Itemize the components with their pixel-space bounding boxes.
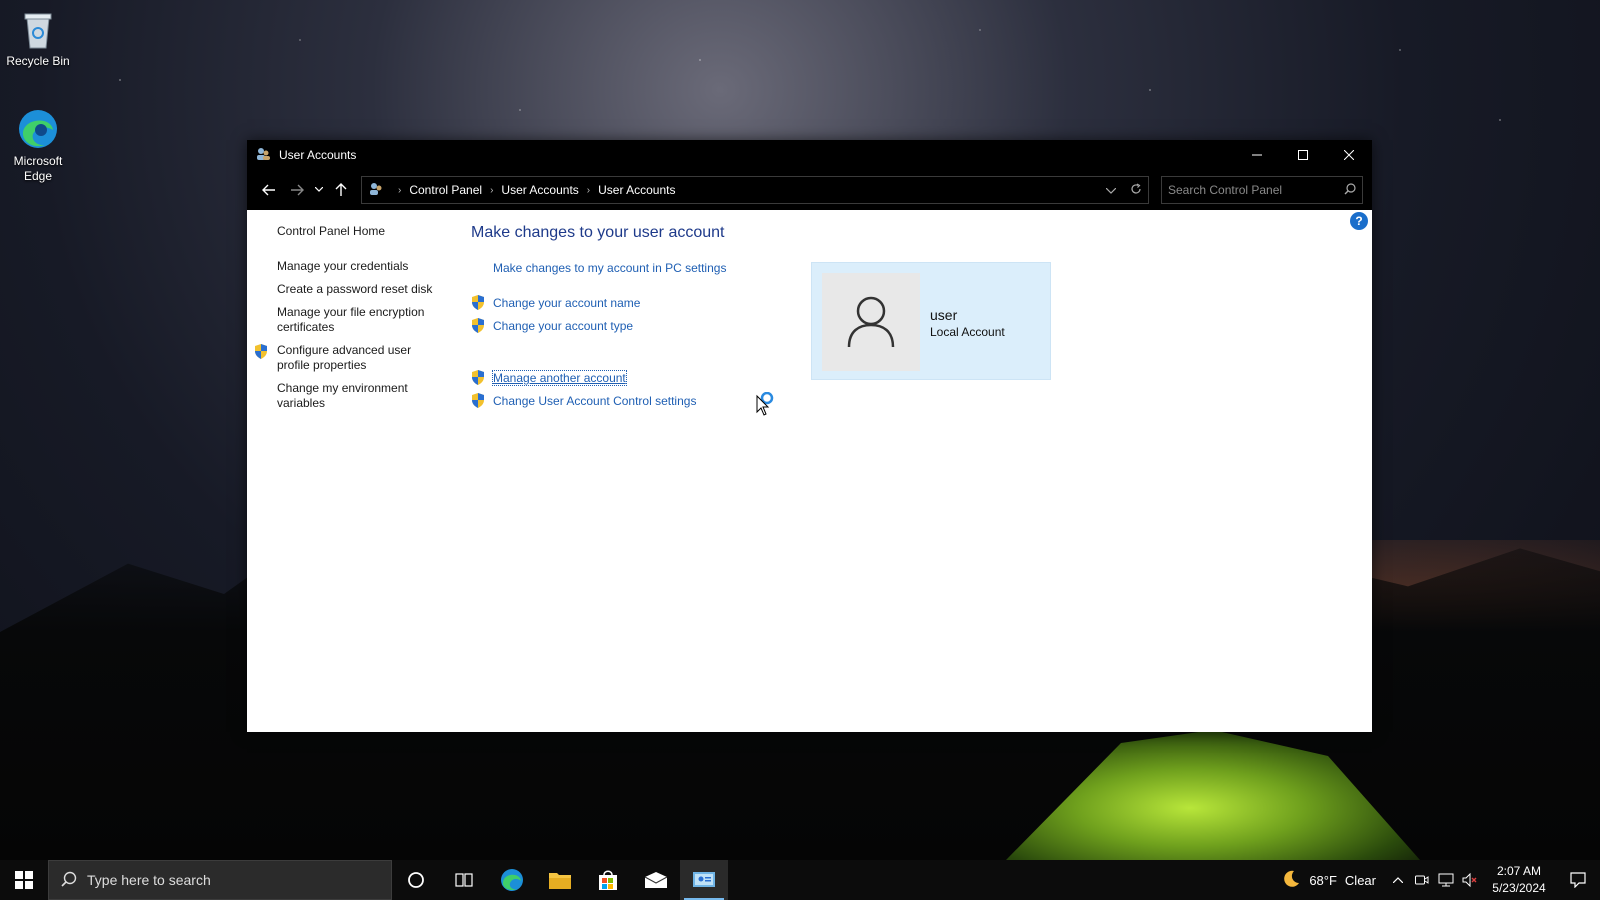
close-button[interactable] — [1326, 140, 1372, 170]
search-input[interactable] — [1168, 183, 1344, 197]
taskbar-store-button[interactable] — [584, 860, 632, 900]
clock-date: 5/23/2024 — [1492, 881, 1546, 895]
control-panel-icon — [368, 181, 384, 200]
pc-settings-label: Make changes to my account in PC setting… — [493, 261, 727, 275]
desktop-icon-recycle-bin[interactable]: Recycle Bin — [2, 8, 74, 69]
uac-shield-icon — [471, 318, 485, 337]
edge-icon — [501, 869, 523, 891]
maximize-button[interactable] — [1280, 140, 1326, 170]
control-panel-icon — [693, 872, 715, 887]
address-dropdown-chevron-icon[interactable] — [1105, 183, 1117, 197]
forward-button[interactable] — [283, 176, 311, 204]
meet-now-icon[interactable] — [1410, 860, 1434, 900]
main-pane: Make changes to your user account Make c… — [471, 224, 811, 416]
taskbar-file-explorer-button[interactable] — [536, 860, 584, 900]
manage-credentials-link[interactable]: Manage your credentials — [247, 259, 447, 274]
minimize-button[interactable] — [1234, 140, 1280, 170]
change-account-name-label: Change your account name — [493, 296, 641, 310]
network-icon[interactable] — [1434, 860, 1458, 900]
search-control-panel-box[interactable] — [1161, 176, 1363, 204]
environment-variables-link[interactable]: Change my environment variables — [247, 381, 427, 411]
user-account-card: user Local Account — [811, 262, 1051, 380]
volume-muted-icon[interactable] — [1458, 860, 1482, 900]
taskbar: Type here to search 68°F Clear 2:07 AM 5… — [0, 860, 1600, 900]
start-button[interactable] — [0, 860, 48, 900]
password-reset-disk-link[interactable]: Create a password reset disk — [247, 282, 447, 297]
taskbar-search-box[interactable]: Type here to search — [48, 860, 392, 900]
breadcrumb-user-accounts-current[interactable]: User Accounts — [598, 183, 675, 197]
task-view-button[interactable] — [440, 860, 488, 900]
change-account-type-label: Change your account type — [493, 319, 634, 333]
uac-shield-icon — [254, 344, 268, 363]
taskbar-search-placeholder: Type here to search — [87, 872, 211, 888]
refresh-icon[interactable] — [1130, 182, 1142, 198]
clock-time: 2:07 AM — [1496, 864, 1542, 878]
page-title: Make changes to your user account — [471, 224, 725, 241]
uac-shield-icon — [471, 370, 485, 389]
up-button[interactable] — [327, 176, 355, 204]
content-area: ? Control Panel Home Manage your credent… — [247, 210, 1372, 732]
folder-icon — [549, 873, 571, 889]
user-accounts-window: User Accounts › Control Panel › User Acc… — [247, 140, 1372, 732]
change-account-type-link[interactable]: Change your account type — [471, 318, 811, 334]
action-center-button[interactable] — [1556, 860, 1600, 900]
control-panel-home-link[interactable]: Control Panel Home — [247, 224, 447, 239]
desktop-icon-edge[interactable]: Microsoft Edge — [2, 108, 74, 184]
weather-temp: 68°F — [1309, 872, 1337, 888]
left-navigation: Control Panel Home Manage your credentia… — [247, 224, 447, 411]
title-bar[interactable]: User Accounts — [247, 140, 1372, 170]
breadcrumb-separator: › — [586, 184, 591, 196]
back-button[interactable] — [255, 176, 283, 204]
advanced-profile-properties-label: Configure advanced user profile properti… — [277, 343, 412, 372]
taskbar-edge-button[interactable] — [488, 860, 536, 900]
store-icon — [599, 870, 617, 890]
breadcrumb-user-accounts[interactable]: User Accounts — [501, 183, 578, 197]
account-type: Local Account — [930, 325, 1005, 339]
system-tray: 68°F Clear 2:07 AM 5/23/2024 — [1281, 860, 1600, 900]
uac-shield-icon — [471, 393, 485, 412]
show-hidden-icons-chevron-icon[interactable] — [1386, 860, 1410, 900]
file-encryption-certificates-link[interactable]: Manage your file encryption certificates — [247, 305, 427, 335]
recent-locations-chevron-icon[interactable] — [311, 176, 327, 204]
pc-settings-link[interactable]: Make changes to my account in PC setting… — [471, 260, 811, 276]
weather-condition: Clear — [1344, 872, 1376, 888]
mouse-cursor-icon — [753, 391, 783, 425]
task-view-icon — [455, 873, 473, 887]
notification-icon — [1570, 872, 1586, 888]
windows-logo-icon — [15, 871, 33, 889]
uac-settings-label: Change User Account Control settings — [493, 394, 697, 408]
system-clock[interactable]: 2:07 AM 5/23/2024 — [1482, 863, 1556, 897]
user-avatar-icon — [822, 273, 920, 371]
search-icon — [61, 871, 77, 890]
taskbar-mail-button[interactable] — [632, 860, 680, 900]
edge-icon — [17, 108, 59, 150]
breadcrumb-separator: › — [398, 184, 402, 196]
taskbar-control-panel-button[interactable] — [680, 860, 728, 900]
advanced-profile-properties-link[interactable]: Configure advanced user profile properti… — [247, 343, 427, 373]
mail-icon — [644, 872, 668, 888]
cortana-button[interactable] — [392, 860, 440, 900]
address-bar[interactable]: › Control Panel › User Accounts › User A… — [361, 176, 1149, 204]
cortana-icon — [408, 872, 424, 888]
desktop-icon-label: Recycle Bin — [6, 54, 70, 68]
breadcrumb-control-panel[interactable]: Control Panel — [409, 183, 482, 197]
moon-icon — [1281, 869, 1301, 892]
user-name: user — [930, 307, 958, 323]
manage-another-account-label: Manage another account — [492, 370, 627, 386]
address-toolbar: › Control Panel › User Accounts › User A… — [247, 170, 1372, 210]
help-icon[interactable]: ? — [1350, 212, 1368, 230]
breadcrumb-separator: › — [490, 184, 494, 196]
window-title: User Accounts — [279, 148, 357, 162]
desktop-icon-label: Microsoft Edge — [13, 154, 63, 183]
uac-shield-icon — [471, 295, 485, 314]
change-account-name-link[interactable]: Change your account name — [471, 295, 811, 311]
weather-widget[interactable]: 68°F Clear — [1281, 869, 1376, 892]
search-icon[interactable] — [1344, 182, 1356, 198]
manage-another-account-link[interactable]: Manage another account — [471, 370, 811, 386]
recycle-bin-icon — [17, 8, 59, 50]
user-accounts-icon — [255, 146, 271, 165]
